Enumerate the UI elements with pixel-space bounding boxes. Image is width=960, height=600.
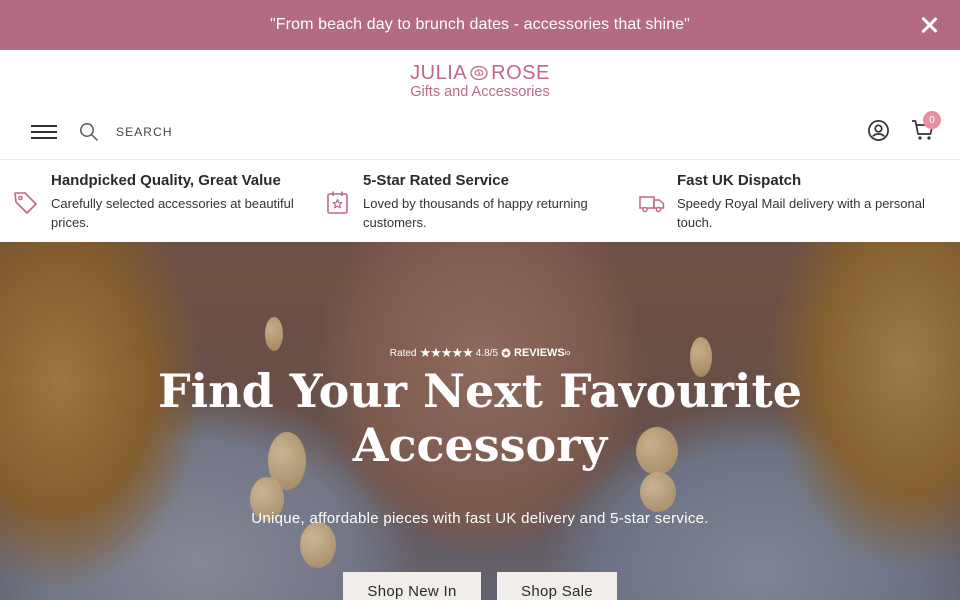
hero-subtitle: Unique, affordable pieces with fast UK d… xyxy=(251,510,709,527)
announcement-bar: "From beach day to brunch dates - access… xyxy=(0,0,960,50)
tag-icon xyxy=(14,192,37,214)
menu-icon[interactable] xyxy=(31,125,57,139)
hero-banner: Rated ★★★★★ 4.8/5 REVIEWS io Find Your N… xyxy=(0,242,960,600)
delivery-truck-icon xyxy=(639,196,665,213)
feature-description: Carefully selected accessories at beauti… xyxy=(51,196,294,230)
search-input[interactable] xyxy=(108,119,308,145)
reviews-logo-icon xyxy=(501,348,511,358)
cart-count-badge: 0 xyxy=(923,111,941,129)
announcement-text: "From beach day to brunch dates - access… xyxy=(270,16,690,33)
reviews-rating[interactable]: Rated ★★★★★ 4.8/5 REVIEWS io xyxy=(0,345,960,361)
rating-brand-suffix: io xyxy=(564,349,571,357)
necklace-decoration xyxy=(640,472,676,512)
site-logo[interactable]: JULIA ROSE Gifts and Accessories xyxy=(0,63,960,100)
rating-stars: ★★★★★ xyxy=(419,345,473,360)
rating-prefix: Rated xyxy=(389,347,417,359)
rose-icon xyxy=(470,65,488,81)
calendar-star-icon xyxy=(327,191,348,214)
rating-brand: REVIEWS xyxy=(514,347,565,359)
feature-title: Handpicked Quality, Great Value xyxy=(51,172,281,189)
site-header: JULIA ROSE Gifts and Accessories 0 xyxy=(0,50,960,160)
search-icon[interactable] xyxy=(79,122,99,142)
rating-score: 4.8/5 xyxy=(475,347,499,359)
feature-description: Loved by thousands of happy returning cu… xyxy=(363,196,588,230)
logo-brand-right: ROSE xyxy=(491,62,550,84)
shop-sale-button[interactable]: Shop Sale xyxy=(497,572,617,600)
hero-title: Find Your Next Favourite Accessory xyxy=(0,364,960,472)
necklace-decoration xyxy=(300,522,336,568)
features-strip: Handpicked Quality, Great Value Carefull… xyxy=(0,161,960,242)
feature-title: 5-Star Rated Service xyxy=(363,172,509,189)
shop-new-in-button[interactable]: Shop New In xyxy=(343,572,481,600)
logo-tagline: Gifts and Accessories xyxy=(410,84,550,100)
account-icon[interactable] xyxy=(867,119,890,142)
feature-description: Speedy Royal Mail delivery with a person… xyxy=(677,196,925,230)
hero-title-line2: Accessory xyxy=(352,418,608,472)
feature-title: Fast UK Dispatch xyxy=(677,172,802,189)
hero-title-line1: Find Your Next Favourite xyxy=(158,364,802,418)
close-icon[interactable] xyxy=(920,16,938,34)
logo-brand-left: JULIA xyxy=(410,62,468,84)
